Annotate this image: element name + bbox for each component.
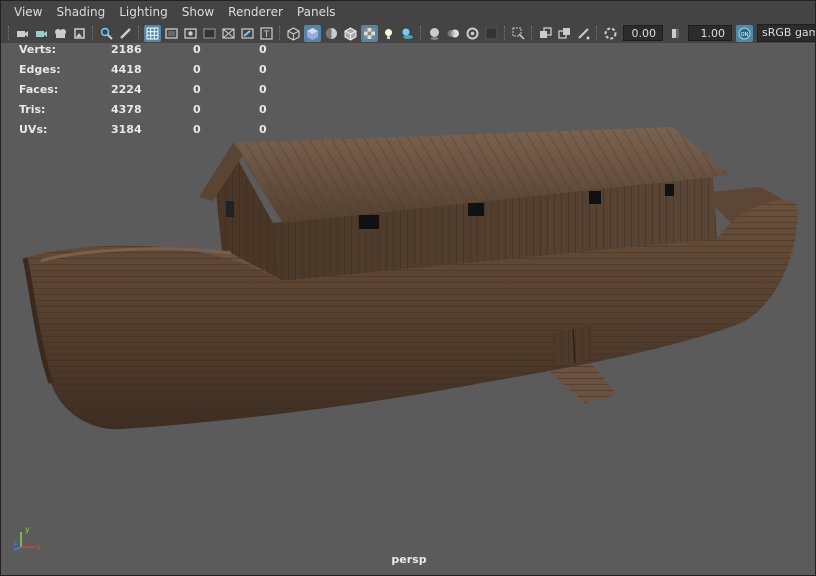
- exposure-field[interactable]: 0.00: [623, 25, 663, 41]
- default-material-icon[interactable]: [323, 25, 340, 42]
- panel-toolbar: T 0.00 1.00 ON sRGB gamma: [1, 23, 815, 43]
- hud-row-faces: Faces: 2224 0 0: [19, 83, 279, 103]
- hud-value: 0: [259, 83, 267, 96]
- axis-label-y: y: [25, 525, 30, 534]
- toolbar-separator: [504, 26, 506, 40]
- image-plane-icon[interactable]: [71, 25, 88, 42]
- hud-value: 4378: [111, 103, 142, 116]
- hud-label: UVs:: [19, 123, 48, 136]
- 2d-pan-zoom-icon[interactable]: [98, 25, 115, 42]
- color-management-icon[interactable]: ON: [736, 24, 753, 42]
- hud-value: 0: [259, 43, 267, 56]
- hud-value: 4418: [111, 63, 142, 76]
- hud-value: 2186: [111, 43, 142, 56]
- toolbar-separator: [138, 26, 140, 40]
- use-all-lights-icon[interactable]: [380, 25, 397, 42]
- axis-label-x: x: [36, 543, 41, 552]
- grease-pencil-icon[interactable]: [117, 25, 134, 42]
- hud-row-uvs: UVs: 3184 0 0: [19, 123, 279, 143]
- backface-culling-icon[interactable]: [575, 25, 592, 42]
- xray-joints-icon[interactable]: [556, 25, 573, 42]
- xray-active-components-icon[interactable]: [537, 25, 554, 42]
- menu-view[interactable]: View: [7, 1, 49, 23]
- safe-action-icon[interactable]: [239, 25, 256, 42]
- wireframe-icon[interactable]: [285, 25, 302, 42]
- viewport-persp[interactable]: Verts: 2186 0 0 Edges: 4418 0 0 Faces: 2…: [1, 43, 815, 575]
- hud-label: Tris:: [19, 103, 46, 116]
- menu-lighting[interactable]: Lighting: [112, 1, 175, 23]
- toolbar-separator: [531, 26, 533, 40]
- hud-row-tris: Tris: 4378 0 0: [19, 103, 279, 123]
- hud-value: 0: [193, 103, 201, 116]
- bookmarks-icon[interactable]: [52, 25, 69, 42]
- hud-value: 0: [259, 123, 267, 136]
- smooth-shade-icon[interactable]: [304, 24, 321, 42]
- hud-value: 0: [259, 63, 267, 76]
- hud-row-edges: Edges: 4418 0 0: [19, 63, 279, 83]
- gamma-field[interactable]: 1.00: [688, 25, 732, 41]
- hud-value: 3184: [111, 123, 142, 136]
- gamma-icon[interactable]: [667, 25, 684, 42]
- hud-value: 0: [193, 63, 201, 76]
- hud-value: 0: [193, 43, 201, 56]
- shadows-icon[interactable]: [399, 25, 416, 42]
- hud-value: 0: [259, 103, 267, 116]
- grid-icon[interactable]: [144, 24, 161, 42]
- motion-blur-icon[interactable]: [445, 25, 462, 42]
- menu-renderer[interactable]: Renderer: [221, 1, 290, 23]
- select-camera-icon[interactable]: [14, 25, 31, 42]
- multisample-aa-icon[interactable]: [464, 25, 481, 42]
- isolate-select-icon[interactable]: [510, 25, 527, 42]
- maya-model-panel: View Shading Lighting Show Renderer Pane…: [0, 0, 816, 576]
- hud-value: 2224: [111, 83, 142, 96]
- poly-count-hud: Verts: 2186 0 0 Edges: 4418 0 0 Faces: 2…: [19, 43, 279, 143]
- hud-value: 0: [193, 123, 201, 136]
- hud-label: Verts:: [19, 43, 57, 56]
- xray-icon[interactable]: [361, 24, 378, 42]
- panel-menu-bar: View Shading Lighting Show Renderer Pane…: [1, 1, 815, 23]
- toolbar-separator: [420, 26, 422, 40]
- svg-text:ON: ON: [741, 32, 749, 38]
- hud-value: 0: [193, 83, 201, 96]
- hud-label: Edges:: [19, 63, 61, 76]
- hud-label: Faces:: [19, 83, 59, 96]
- menu-shading[interactable]: Shading: [49, 1, 112, 23]
- hud-row-verts: Verts: 2186 0 0: [19, 43, 279, 63]
- wireframe-on-shaded-icon[interactable]: [342, 25, 359, 42]
- menu-show[interactable]: Show: [175, 1, 221, 23]
- axis-label-z: z: [13, 538, 17, 547]
- gate-mask-icon[interactable]: [201, 25, 218, 42]
- resolution-gate-icon[interactable]: [182, 25, 199, 42]
- menu-panels[interactable]: Panels: [290, 1, 343, 23]
- svg-text:T: T: [263, 30, 270, 40]
- camera-name-label: persp: [391, 553, 427, 566]
- film-gate-icon[interactable]: [163, 25, 180, 42]
- exposure-icon[interactable]: [602, 25, 619, 42]
- camera-attributes-icon[interactable]: [33, 25, 50, 42]
- field-chart-icon[interactable]: [220, 25, 237, 42]
- axis-gizmo: y x z: [13, 525, 41, 552]
- safe-title-icon[interactable]: T: [258, 25, 275, 42]
- depth-of-field-icon[interactable]: [483, 25, 500, 42]
- toolbar-separator: [596, 26, 598, 40]
- toolbar-separator: [92, 26, 94, 40]
- toolbar-separator: [8, 26, 10, 40]
- toolbar-separator: [279, 26, 281, 40]
- screen-space-ao-icon[interactable]: [426, 25, 443, 42]
- color-space-dropdown[interactable]: sRGB gamma: [757, 24, 815, 42]
